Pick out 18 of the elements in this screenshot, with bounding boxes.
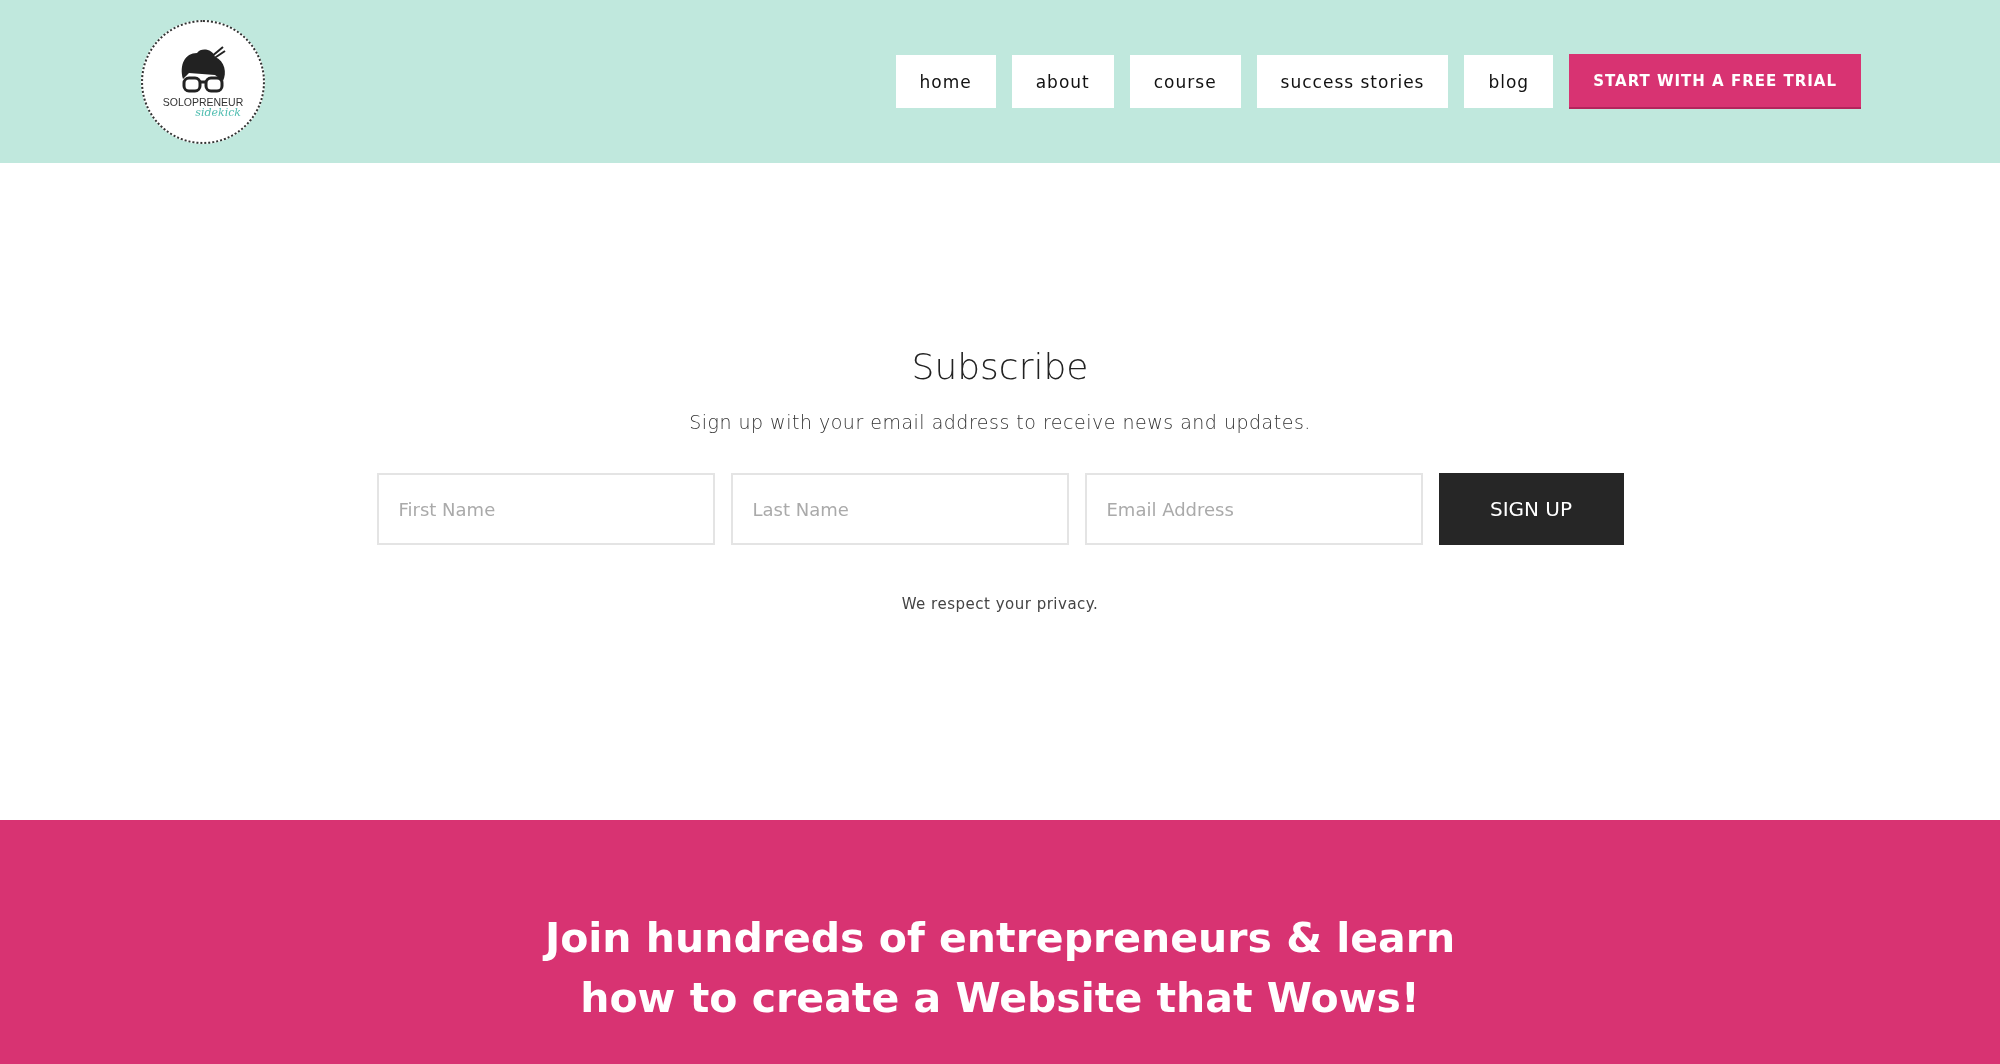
input-field[interactable]: Last Name xyxy=(730,473,1069,545)
logo-wordmark: SOLOPRENEUR xyxy=(162,96,244,108)
banner-headline: Join hundreds of entrepreneurs & learn xyxy=(544,913,1456,964)
nav-link[interactable]: about xyxy=(1011,55,1114,108)
logo[interactable]: SOLOPRENEUR sidekick xyxy=(141,19,265,144)
input-field[interactable]: First Name xyxy=(376,473,715,545)
section-title: Subscribe xyxy=(911,346,1089,387)
logo-tagline: sidekick xyxy=(195,107,241,119)
nav-link[interactable]: course xyxy=(1129,55,1241,108)
sign-up-button[interactable]: SIGN UP xyxy=(1438,473,1624,545)
nav-link[interactable]: blog xyxy=(1464,55,1554,108)
input-field[interactable]: Email Address xyxy=(1084,473,1423,545)
cta-button[interactable]: START WITH A FREE TRIAL xyxy=(1569,54,1861,109)
nav-link[interactable]: home xyxy=(895,55,996,108)
privacy-note: We respect your privacy. xyxy=(901,595,1099,613)
section-description: Sign up with your email address to receive news and updates. xyxy=(689,411,1311,433)
nav-link[interactable]: success stories xyxy=(1256,55,1449,108)
banner-headline: how to create a Website that Wows! xyxy=(580,973,1420,1024)
